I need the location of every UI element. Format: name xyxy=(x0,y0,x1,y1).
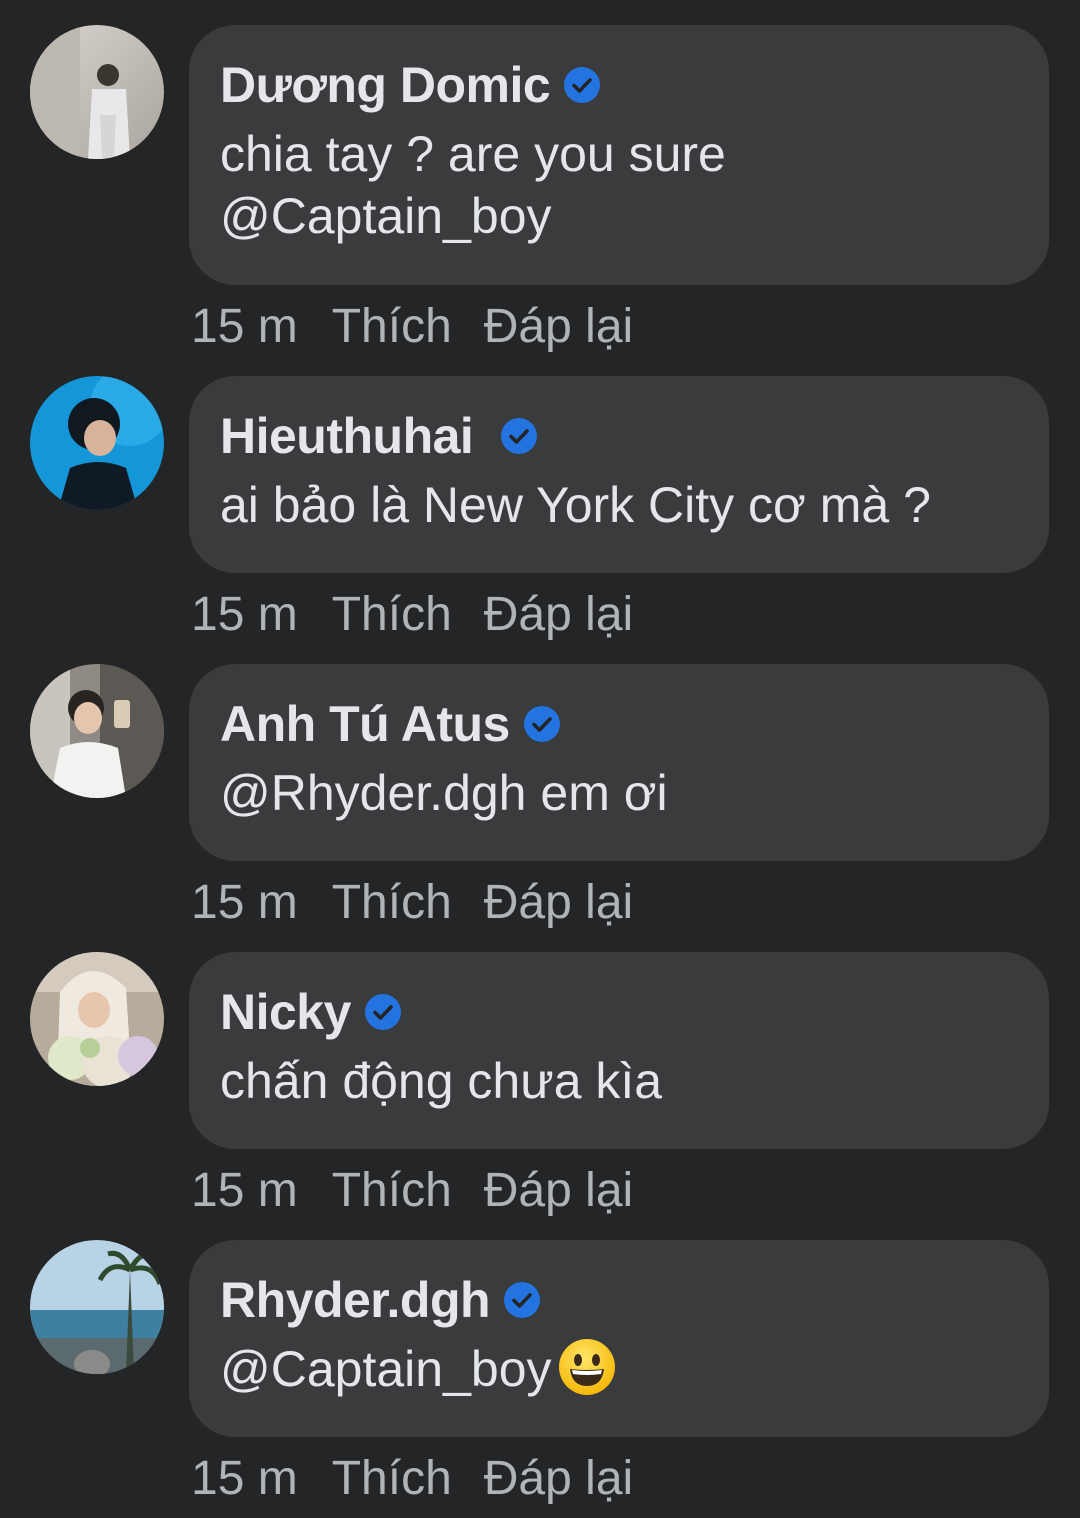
comment-bubble: Nicky chấn động chưa kìa xyxy=(189,952,1049,1149)
comment-text: @Rhyder.dgh em ơi xyxy=(220,765,668,821)
grinning-face-emoji-icon xyxy=(558,1338,616,1396)
comment-actions: 15 m Thích Đáp lại xyxy=(191,1451,633,1511)
comment-time: 15 m xyxy=(191,876,298,929)
comment-actions: 15 m Thích Đáp lại xyxy=(191,875,633,935)
reply-button[interactable]: Đáp lại xyxy=(484,875,633,930)
like-button[interactable]: Thích xyxy=(332,299,452,354)
comment-time: 15 m xyxy=(191,1164,298,1217)
comment-text: chấn động chưa kìa xyxy=(220,1053,663,1109)
verified-badge-icon xyxy=(364,994,401,1030)
comment-actions: 15 m Thích Đáp lại xyxy=(191,1163,633,1223)
comment-bubble: Hieuthuhai ai bảo là New York City cơ mà… xyxy=(189,376,1049,573)
author-name[interactable]: Anh Tú Atus xyxy=(220,695,510,753)
comment-bubble: Anh Tú Atus @Rhyder.dgh em ơi xyxy=(189,664,1049,861)
comment-actions: 15 m Thích Đáp lại xyxy=(191,299,633,359)
comment-time: 15 m xyxy=(191,1452,298,1505)
reply-button[interactable]: Đáp lại xyxy=(484,1163,633,1218)
comment-text: ai bảo là New York City cơ mà ? xyxy=(220,477,931,533)
verified-badge-icon xyxy=(523,706,560,742)
reply-button[interactable]: Đáp lại xyxy=(484,299,633,354)
comment-text: @Captain_boy xyxy=(220,1338,1019,1400)
verified-badge-icon xyxy=(501,418,538,454)
like-button[interactable]: Thích xyxy=(332,587,452,642)
comment-bubble: Dương Domic chia tay ? are you sure @Cap… xyxy=(189,25,1049,285)
avatar[interactable] xyxy=(30,664,164,798)
like-button[interactable]: Thích xyxy=(332,1451,452,1506)
like-button[interactable]: Thích xyxy=(332,875,452,930)
comment-time: 15 m xyxy=(191,588,298,641)
avatar[interactable] xyxy=(30,376,164,510)
reply-button[interactable]: Đáp lại xyxy=(484,1451,633,1506)
comment-text-content: @Captain_boy xyxy=(220,1341,552,1397)
comment-bubble: Rhyder.dgh @Captain_boy xyxy=(189,1240,1049,1437)
avatar[interactable] xyxy=(30,25,164,159)
author-name[interactable]: Dương Domic xyxy=(220,56,551,114)
author-name[interactable]: Nicky xyxy=(220,983,351,1041)
comment-time: 15 m xyxy=(191,300,298,353)
avatar[interactable] xyxy=(30,952,164,1086)
author-name[interactable]: Rhyder.dgh xyxy=(220,1271,491,1329)
comment-text: chia tay ? are you sure @Captain_boy xyxy=(220,126,726,244)
reply-button[interactable]: Đáp lại xyxy=(484,587,633,642)
author-name[interactable]: Hieuthuhai xyxy=(220,407,474,465)
comment-actions: 15 m Thích Đáp lại xyxy=(191,587,633,647)
verified-badge-icon xyxy=(504,1282,541,1318)
verified-badge-icon xyxy=(564,67,601,103)
avatar[interactable] xyxy=(30,1240,164,1374)
like-button[interactable]: Thích xyxy=(332,1163,452,1218)
